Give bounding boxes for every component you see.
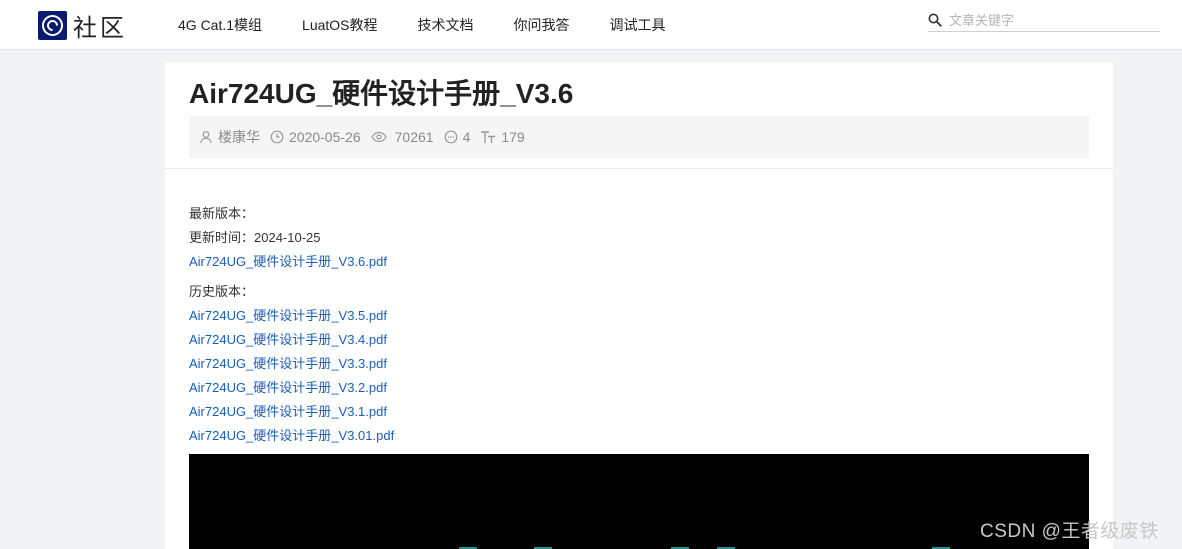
latest-version-label: 最新版本： (189, 206, 255, 221)
text-size-icon (481, 131, 496, 143)
author-name: 楼康华 (218, 129, 260, 145)
meta-views: 70261 (370, 129, 434, 145)
nav-item-luatos[interactable]: LuatOS教程 (302, 15, 377, 35)
search-box (928, 10, 1160, 32)
logo-icon (38, 11, 67, 40)
meta-comments[interactable]: 4 (444, 129, 471, 145)
meta-words: 179 (480, 129, 525, 145)
comment-icon (444, 130, 457, 144)
update-time: 更新时间：2024-10-25 (189, 230, 321, 245)
word-count: 179 (501, 129, 525, 145)
nav-item-qa[interactable]: 你问我答 (514, 15, 570, 35)
article-body: 最新版本： 更新时间：2024-10-25 Air724UG_硬件设计手册_V3… (189, 202, 394, 448)
site-logo[interactable]: 社区 (38, 8, 127, 43)
nav-item-4g-cat1[interactable]: 4G Cat.1模组 (178, 15, 262, 35)
user-icon (200, 131, 212, 144)
history-file-link[interactable]: Air724UG_硬件设计手册_V3.4.pdf (189, 332, 387, 347)
meta-author[interactable]: 楼康华 (199, 127, 260, 147)
history-version-label: 历史版本： (189, 284, 255, 299)
article-title: Air724UG_硬件设计手册_V3.6 (189, 78, 574, 109)
eye-icon (370, 131, 387, 143)
main-nav: 4G Cat.1模组 LuatOS教程 技术文档 你问我答 调试工具 (178, 0, 706, 50)
clock-icon (270, 130, 284, 144)
csdn-watermark: CSDN @王者级废铁 (980, 521, 1159, 542)
history-file-link[interactable]: Air724UG_硬件设计手册_V3.5.pdf (189, 308, 387, 323)
nav-item-docs[interactable]: 技术文档 (418, 15, 474, 35)
search-input[interactable] (949, 10, 1154, 30)
history-file-link[interactable]: Air724UG_硬件设计手册_V3.01.pdf (189, 428, 394, 443)
article-card: Air724UG_硬件设计手册_V3.6 楼康华 2020-05-26 7026… (165, 62, 1113, 549)
comment-count: 4 (462, 129, 471, 145)
search-icon[interactable] (928, 13, 942, 27)
nav-item-debug-tools[interactable]: 调试工具 (610, 15, 666, 35)
view-count: 70261 (394, 129, 434, 145)
history-file-link[interactable]: Air724UG_硬件设计手册_V3.2.pdf (189, 380, 387, 395)
history-file-link[interactable]: Air724UG_硬件设计手册_V3.1.pdf (189, 404, 387, 419)
latest-file-link[interactable]: Air724UG_硬件设计手册_V3.6.pdf (189, 254, 387, 269)
article-meta: 楼康华 2020-05-26 70261 4 179 (189, 116, 1089, 158)
logo-text: 社区 (73, 14, 127, 42)
meta-divider (165, 168, 1113, 169)
meta-date: 2020-05-26 (270, 129, 361, 145)
publish-date: 2020-05-26 (289, 129, 361, 145)
history-file-link[interactable]: Air724UG_硬件设计手册_V3.3.pdf (189, 356, 387, 371)
embedded-image (189, 454, 1089, 549)
top-navbar: 社区 4G Cat.1模组 LuatOS教程 技术文档 你问我答 调试工具 (0, 0, 1182, 50)
